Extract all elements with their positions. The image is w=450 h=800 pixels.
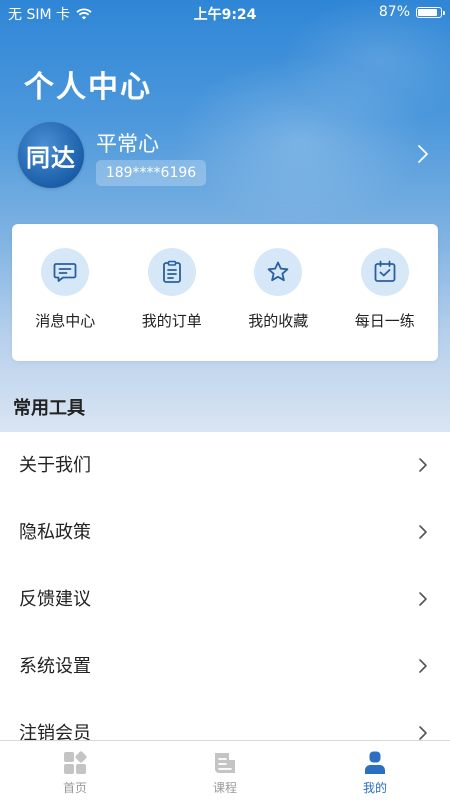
tab-course[interactable]: 课程 <box>150 741 300 800</box>
tab-label: 课程 <box>212 781 237 795</box>
tab-mine[interactable]: 我的 <box>300 741 450 800</box>
quick-action-label: 我的订单 <box>141 312 202 330</box>
battery-cap <box>443 10 445 15</box>
menu-item-settings[interactable]: 系统设置 <box>0 633 450 700</box>
message-icon <box>41 248 90 296</box>
tab-bar: 首页 课程 我的 <box>0 740 450 800</box>
battery-percent: 87% <box>378 4 410 20</box>
chevron-right-icon <box>419 525 427 539</box>
quick-action-messages[interactable]: 消息中心 <box>12 224 119 361</box>
menu-item-label: 系统设置 <box>19 656 91 677</box>
profile-row[interactable]: 同达 平常心 189****6196 <box>18 122 438 192</box>
chevron-right-icon <box>419 458 427 472</box>
tools-menu: 关于我们 隐私政策 反馈建议 系统设置 注销会员 <box>0 432 450 767</box>
user-name: 平常心 <box>96 132 159 156</box>
user-phone: 189****6196 <box>96 160 206 186</box>
chevron-right-icon <box>419 659 427 673</box>
tab-label: 我的 <box>362 781 387 795</box>
menu-item-label: 关于我们 <box>19 455 91 476</box>
quick-action-label: 每日一练 <box>354 312 415 330</box>
section-title: 常用工具 <box>13 398 85 419</box>
avatar[interactable]: 同达 <box>18 122 84 188</box>
chevron-right-icon[interactable] <box>416 144 430 164</box>
menu-item-label: 隐私政策 <box>19 522 91 543</box>
menu-item-privacy[interactable]: 隐私政策 <box>0 499 450 566</box>
page-title: 个人中心 <box>24 70 152 105</box>
clipboard-icon <box>147 248 196 296</box>
status-right: 87% <box>378 4 445 20</box>
chevron-right-icon <box>419 592 427 606</box>
star-icon <box>254 248 303 296</box>
menu-item-feedback[interactable]: 反馈建议 <box>0 566 450 633</box>
battery-icon <box>416 6 445 18</box>
battery-level <box>418 8 437 16</box>
tab-home[interactable]: 首页 <box>0 741 150 800</box>
user-icon <box>365 751 385 774</box>
quick-action-favorites[interactable]: 我的收藏 <box>225 224 332 361</box>
chevron-right-icon <box>419 726 427 740</box>
calendar-check-icon <box>360 248 409 296</box>
course-icon <box>215 753 235 773</box>
home-grid-icon <box>64 751 87 774</box>
tab-label: 首页 <box>62 781 87 795</box>
quick-action-label: 我的收藏 <box>248 312 309 330</box>
menu-item-about[interactable]: 关于我们 <box>0 432 450 499</box>
status-bar: 无 SIM 卡 上午9:24 87% <box>0 0 450 26</box>
quick-action-label: 消息中心 <box>35 312 96 330</box>
quick-action-daily-practice[interactable]: 每日一练 <box>332 224 439 361</box>
quick-action-orders[interactable]: 我的订单 <box>119 224 226 361</box>
menu-item-label: 反馈建议 <box>19 589 91 610</box>
quick-actions-card: 消息中心 我的订单 我的收藏 每日一练 <box>12 224 438 361</box>
